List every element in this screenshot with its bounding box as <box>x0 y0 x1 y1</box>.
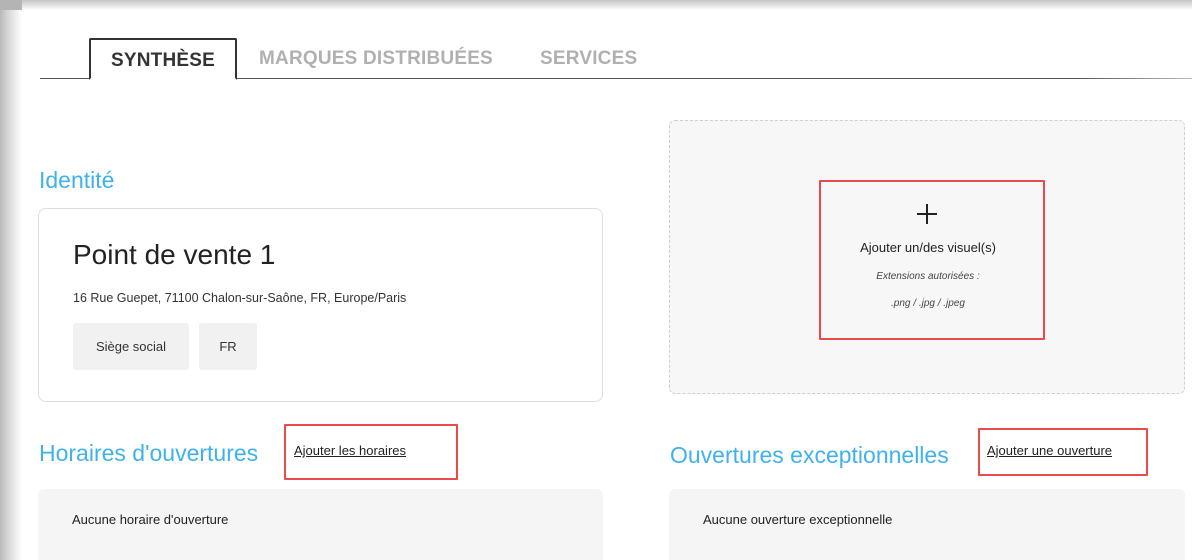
tab-synthese[interactable]: SYNTHÈSE <box>89 38 237 80</box>
tab-brands[interactable]: MARQUES DISTRIBUÉES <box>259 38 493 79</box>
hours-panel: Aucune horaire d'ouverture <box>38 489 603 560</box>
exceptional-title: Ouvertures exceptionnelles <box>670 442 949 468</box>
store-name: Point de vente 1 <box>73 239 276 270</box>
window-shadow-top <box>0 0 1192 10</box>
exceptional-panel: Aucune ouverture exceptionnelle <box>669 489 1185 560</box>
exceptional-empty-text: Aucune ouverture exceptionnelle <box>703 512 893 527</box>
tab-bar: SYNTHÈSE MARQUES DISTRIBUÉES SERVICES <box>40 38 1192 80</box>
add-opening-highlight-box <box>978 428 1148 476</box>
hours-title: Horaires d'ouvertures <box>39 440 259 466</box>
add-hours-highlight-box <box>284 424 458 480</box>
identity-card: Point de vente 1 16 Rue Guepet, 71100 Ch… <box>38 208 603 402</box>
chip-country: FR <box>199 323 257 370</box>
tab-services[interactable]: SERVICES <box>540 38 637 79</box>
upload-highlight-box <box>819 180 1045 340</box>
window-shadow-left <box>0 0 22 560</box>
identity-title: Identité <box>39 167 115 193</box>
chip-siege-social: Siège social <box>73 323 189 370</box>
store-address: 16 Rue Guepet, 71100 Chalon-sur-Saône, F… <box>73 291 407 305</box>
hours-empty-text: Aucune horaire d'ouverture <box>72 512 229 527</box>
window-shadow-corner <box>0 0 22 10</box>
